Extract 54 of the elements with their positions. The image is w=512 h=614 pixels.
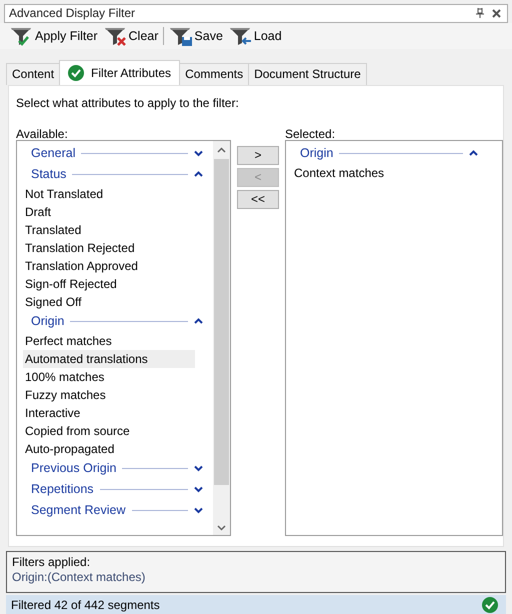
tab[interactable]: Document Structure	[248, 62, 367, 85]
pin-icon[interactable]	[476, 8, 484, 18]
funnel-check-icon	[10, 26, 34, 46]
list-item[interactable]: Auto-propagated	[23, 440, 195, 458]
list-item[interactable]: Translation Rejected	[23, 238, 195, 257]
scrollbar[interactable]	[213, 140, 230, 535]
group-header[interactable]: Previous Origin	[23, 458, 213, 479]
funnel-arrow-icon	[228, 26, 253, 46]
scroll-down-icon[interactable]	[217, 524, 226, 531]
group-header[interactable]: Origin	[292, 142, 488, 164]
move-button[interactable]: <<	[237, 190, 279, 209]
check-circle-icon	[482, 596, 498, 613]
group-header[interactable]: Segment Review	[23, 500, 213, 521]
list-item[interactable]: Context matches	[292, 164, 464, 182]
selected-label: Selected:	[285, 128, 336, 140]
toolbar-button[interactable]: Save	[167, 24, 225, 47]
list-item[interactable]: Sign-off Rejected	[23, 274, 195, 293]
window-title: Advanced Display Filter	[9, 6, 136, 20]
list-item[interactable]: Interactive	[23, 404, 195, 422]
list-item[interactable]: Perfect matches	[23, 332, 195, 350]
chevron-up-icon	[194, 318, 203, 325]
list-item[interactable]: 100% matches	[23, 368, 195, 386]
group-header[interactable]: Origin	[23, 310, 213, 332]
chevron-down-icon	[194, 150, 203, 157]
list-item[interactable]: Copied from source	[23, 422, 195, 440]
list-item[interactable]: Translated	[23, 220, 195, 239]
close-icon[interactable]	[492, 8, 501, 18]
toolbar-button[interactable]: Clear	[102, 24, 160, 47]
available-label: Available:	[16, 128, 69, 140]
list-item[interactable]: Fuzzy matches	[23, 386, 195, 404]
list-item[interactable]: Automated translations	[23, 350, 195, 368]
toolbar-button[interactable]: Apply Filter	[8, 24, 100, 47]
toolbar-button[interactable]: Load	[226, 24, 284, 47]
chevron-down-icon	[194, 464, 203, 472]
list-item[interactable]: Not Translated	[23, 184, 195, 203]
filters-applied-value: Origin:(Context matches)	[12, 570, 146, 584]
chevron-up-icon	[469, 150, 478, 157]
scroll-up-icon[interactable]	[217, 146, 226, 153]
list-item[interactable]: Draft	[23, 202, 195, 221]
tab[interactable]: Filter Attributes	[59, 60, 180, 85]
chevron-down-icon	[194, 506, 203, 514]
group-header[interactable]: General	[23, 142, 213, 164]
tab[interactable]: Content	[6, 62, 60, 85]
move-button[interactable]: >	[237, 146, 279, 165]
group-header[interactable]: Repetitions	[23, 478, 213, 500]
list-item[interactable]: Signed Off	[23, 292, 195, 311]
chevron-up-icon	[194, 170, 203, 178]
instruction-text: Select what attributes to apply to the filter:	[16, 96, 240, 112]
list-item[interactable]: Translation Approved	[23, 256, 195, 275]
filters-applied-label: Filters applied:	[12, 555, 92, 570]
chevron-down-icon	[194, 486, 203, 493]
funnel-cross-icon	[104, 26, 128, 46]
status-text: Filtered 42 of 442 segments	[11, 598, 160, 612]
group-header[interactable]: Status	[23, 164, 213, 185]
